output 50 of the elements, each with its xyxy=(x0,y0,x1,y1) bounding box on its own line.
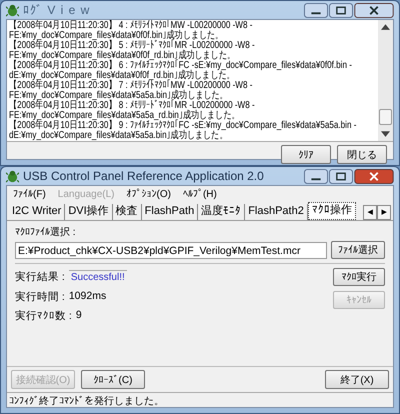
menu-item[interactable]: ｵﾌﾟｼｮﾝ(O) xyxy=(126,188,171,200)
side-button[interactable]: ﾏｸﾛ実行 xyxy=(333,268,385,286)
result-label: 実行時間 : xyxy=(15,290,65,304)
log-line: 【2008年04月10日11:20:30】 6 : ﾌｧｲﾙﾁｪｯｸﾏｸﾛ｢FC -sE:¥my_doc¥Compare_files¥data¥0f0f.bin - xyxy=(9,61,352,71)
tab[interactable]: DVI操作 xyxy=(65,204,113,220)
status-bar: ｺﾝﾌｨｸﾞ終了ｺﾏﾝﾄﾞを発行しました。 xyxy=(7,392,393,407)
bug-icon xyxy=(6,4,19,16)
log-line: 【2008年04月10日11:20:30】 5 : ﾒﾓﾘﾘｰﾄﾞﾏｸﾛ｢MR -L00200000 -W8 - xyxy=(9,41,255,51)
log-line: 【2008年04月10日11:20:30】 7 : ﾒﾓﾘﾗｲﾄﾏｸﾛ｢MW -L00200000 -W8 - xyxy=(9,81,252,91)
result-label: 実行結果 : xyxy=(15,270,65,285)
scroll-up-icon[interactable] xyxy=(381,24,390,30)
path-field[interactable]: E:¥Product_chk¥CX-USB2¥pld¥GPIF_Verilog¥MemTest.mcr xyxy=(15,242,327,258)
maximize-button[interactable] xyxy=(329,2,353,18)
bottom-button[interactable]: 終了(X) xyxy=(325,370,389,389)
field-label: ﾏｸﾛﾌｧｲﾙ選択 : xyxy=(15,226,77,239)
bottom-button[interactable]: ｸﾛｰｽﾞ(C) xyxy=(81,370,145,389)
bug-icon xyxy=(6,170,19,182)
maximize-button[interactable] xyxy=(329,168,353,184)
log-button[interactable]: ｸﾘｱ xyxy=(281,145,331,164)
result-value: Successful!! xyxy=(68,270,127,285)
window-title: ﾛｸﾞ V i e w xyxy=(23,3,92,17)
window-title: USB Control Panel Reference Application 2.0 xyxy=(23,169,265,183)
tab[interactable]: I2C Writer xyxy=(9,204,66,220)
log-line: 【2008年04月10日11:20:30】 8 : ﾒﾓﾘﾘｰﾄﾞﾏｸﾛ｢MR -L00200000 -W8 - xyxy=(9,101,255,111)
file-select-button[interactable]: ﾌｧｲﾙ選択 xyxy=(331,241,385,259)
log-line: 【2008年04月10日11:20:30】 9 : ﾌｧｲﾙﾁｪｯｸﾏｸﾛ｢FC -sE:¥my_doc¥Compare_files¥data¥5a5a.bin - xyxy=(9,121,356,131)
result-value: 9 xyxy=(76,309,82,323)
scroll-down-icon[interactable] xyxy=(381,131,390,137)
log-line: FE:¥my_doc¥Compare_files¥data¥5a5a_rd.bin｣成功しました。 xyxy=(9,111,240,121)
log-line: dE:¥my_doc¥Compare_files¥data¥5a5a.bin｣成功しました。 xyxy=(9,131,228,141)
log-line: FE:¥my_doc¥Compare_files¥data¥0f0f.bin｣成功しました。 xyxy=(9,31,224,41)
scroll-thumb[interactable] xyxy=(379,109,392,125)
log-line: 【2008年04月10日11:20:30】 4 : ﾒﾓﾘﾗｲﾄﾏｸﾛ｢MW -L00200000 -W8 - xyxy=(9,21,252,31)
tab[interactable]: FlashPath xyxy=(142,204,198,220)
menu-item[interactable]: ﾌｧｲﾙ(F) xyxy=(13,188,46,200)
close-button[interactable] xyxy=(354,168,394,184)
tab[interactable]: 検査 xyxy=(112,204,142,220)
result-value: 1092ms xyxy=(68,290,106,304)
log-button[interactable]: 閉じる xyxy=(337,145,387,164)
log-line: dE:¥my_doc¥Compare_files¥data¥0f0f_rd.bin｣成功しました。 xyxy=(9,71,235,81)
result-label: 実行ﾏｸﾛ数 : xyxy=(15,309,72,323)
scrollbar[interactable] xyxy=(378,20,393,141)
close-button[interactable] xyxy=(354,2,394,18)
menu-item[interactable]: ﾍﾙﾌﾟ(H) xyxy=(182,188,217,200)
minimize-button[interactable] xyxy=(304,2,328,18)
log-line: FE:¥my_doc¥Compare_files¥data¥0f0f_rd.bin｣成功しました。 xyxy=(9,51,235,61)
log-line: FE:¥my_doc¥Compare_files¥data¥5a5a.bin｣成功しました。 xyxy=(9,91,228,101)
tab[interactable]: 温度ﾓﾆﾀ xyxy=(198,204,246,220)
minimize-button[interactable] xyxy=(304,168,328,184)
tab[interactable]: ﾏｸﾛ操作 xyxy=(308,202,356,220)
